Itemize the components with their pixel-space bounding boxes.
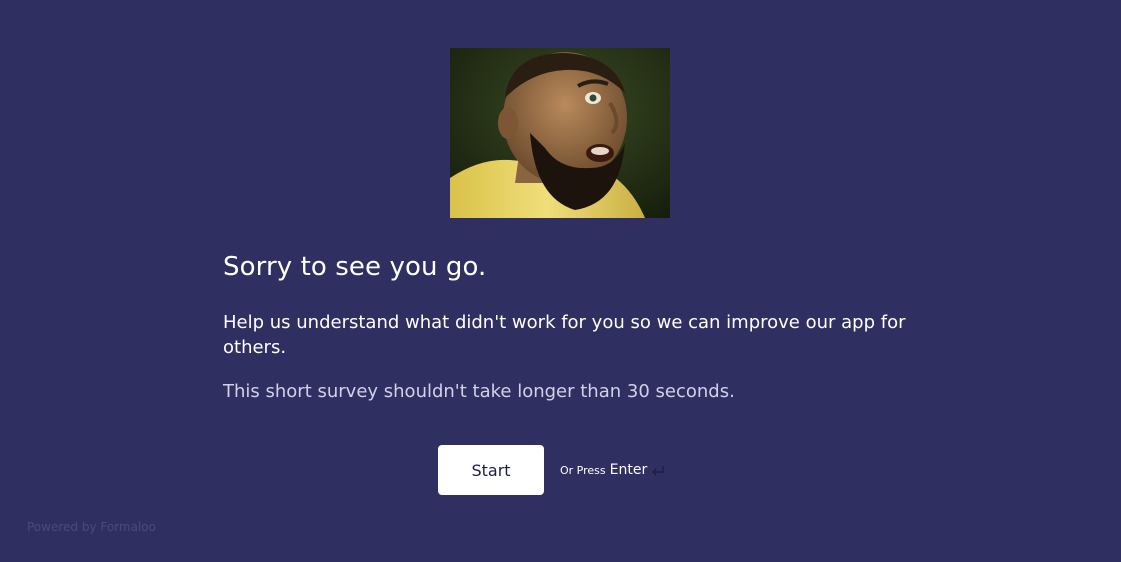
survey-description: Help us understand what didn't work for …: [223, 312, 906, 358]
or-press-label: Or Press: [560, 463, 606, 477]
powered-by-link[interactable]: Powered by Formaloo: [27, 520, 156, 534]
return-arrow-icon: [650, 463, 666, 477]
intro-section: Sorry to see you go. Help us understand …: [223, 250, 913, 404]
start-button[interactable]: Start: [438, 445, 544, 495]
hero-image: [450, 48, 670, 218]
enter-hint: Or Press Enter: [560, 460, 666, 480]
page-title: Sorry to see you go.: [223, 252, 487, 282]
survey-duration-note: This short survey shouldn't take longer …: [223, 381, 735, 402]
enter-key-label: Enter: [609, 462, 648, 478]
